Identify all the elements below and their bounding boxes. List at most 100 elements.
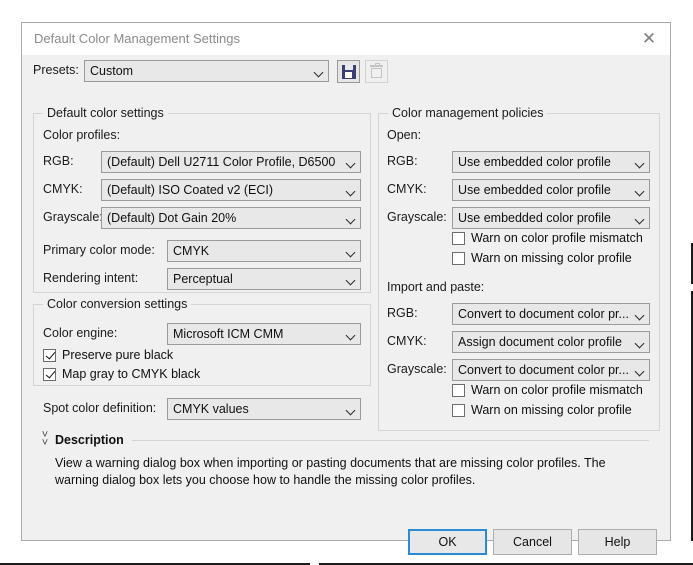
cancel-button[interactable]: Cancel bbox=[493, 529, 572, 555]
rgb-profile-combo[interactable]: (Default) Dell U2711 Color Profile, D650… bbox=[101, 151, 361, 173]
spot-color-definition-combo[interactable]: CMYK values bbox=[167, 398, 361, 420]
dialog-body: Presets: Custom Default color settings C… bbox=[22, 55, 670, 555]
spot-color-definition-label: Spot color definition: bbox=[43, 401, 157, 415]
ok-button[interactable]: OK bbox=[408, 529, 487, 555]
color-engine-label: Color engine: bbox=[43, 326, 118, 340]
checkbox-icon bbox=[452, 403, 465, 417]
description-title: Description bbox=[55, 433, 124, 447]
delete-preset-button[interactable] bbox=[365, 60, 388, 83]
open-warn-missing-label: Warn on missing color profile bbox=[471, 251, 632, 265]
chevron-down-icon bbox=[343, 249, 360, 254]
open-rgb-combo[interactable]: Use embedded color profile bbox=[452, 151, 650, 173]
import-cmyk-value: Assign document color profile bbox=[458, 335, 622, 349]
open-cmyk-combo[interactable]: Use embedded color profile bbox=[452, 179, 650, 201]
color-management-policies-title: Color management policies bbox=[388, 106, 548, 120]
chevron-down-icon bbox=[632, 340, 649, 345]
import-cmyk-label: CMYK: bbox=[387, 334, 427, 348]
presets-row: Presets: Custom bbox=[22, 55, 670, 85]
chevron-down-icon bbox=[343, 332, 360, 337]
double-chevron-up-icon[interactable]: ˅ ˅ bbox=[38, 430, 52, 449]
chevron-down-icon bbox=[632, 160, 649, 165]
import-grayscale-combo[interactable]: Convert to document color pr... bbox=[452, 359, 650, 381]
open-rgb-label: RGB: bbox=[387, 154, 418, 168]
grayscale-profile-label: Grayscale: bbox=[43, 210, 103, 224]
description-text: View a warning dialog box when importing… bbox=[55, 456, 606, 487]
import-grayscale-value: Convert to document color pr... bbox=[458, 363, 629, 377]
open-warn-mismatch-checkbox[interactable]: Warn on color profile mismatch bbox=[452, 231, 643, 245]
map-gray-to-cmyk-black-label: Map gray to CMYK black bbox=[62, 367, 201, 381]
checkbox-icon bbox=[452, 251, 465, 265]
checkbox-icon bbox=[43, 348, 56, 362]
grayscale-profile-value: (Default) Dot Gain 20% bbox=[107, 211, 237, 225]
dialog-title: Default Color Management Settings bbox=[34, 31, 240, 46]
map-gray-to-cmyk-black-checkbox[interactable]: Map gray to CMYK black bbox=[43, 367, 200, 381]
cancel-button-label: Cancel bbox=[513, 535, 552, 549]
import-warn-missing-checkbox[interactable]: Warn on missing color profile bbox=[452, 403, 632, 417]
import-rgb-value: Convert to document color pr... bbox=[458, 307, 629, 321]
floppy-disk-save-icon bbox=[341, 64, 356, 79]
checkbox-icon bbox=[452, 231, 465, 245]
open-cmyk-label: CMYK: bbox=[387, 182, 427, 196]
color-engine-combo[interactable]: Microsoft ICM CMM bbox=[167, 323, 361, 345]
import-grayscale-label: Grayscale: bbox=[387, 362, 447, 376]
rendering-intent-combo[interactable]: Perceptual bbox=[167, 268, 361, 290]
save-preset-button[interactable] bbox=[337, 60, 360, 83]
rgb-profile-label: RGB: bbox=[43, 154, 74, 168]
help-button[interactable]: Help bbox=[578, 529, 657, 555]
color-engine-value: Microsoft ICM CMM bbox=[173, 327, 284, 341]
cmyk-profile-label: CMYK: bbox=[43, 182, 83, 196]
open-rgb-value: Use embedded color profile bbox=[458, 155, 611, 169]
rendering-intent-label: Rendering intent: bbox=[43, 271, 139, 285]
chevron-down-icon bbox=[632, 312, 649, 317]
chevron-down-icon bbox=[343, 160, 360, 165]
chevron-down-icon bbox=[632, 368, 649, 373]
chevron-down-icon bbox=[632, 188, 649, 193]
preserve-pure-black-checkbox[interactable]: Preserve pure black bbox=[43, 348, 173, 362]
chevron-down-icon bbox=[343, 188, 360, 193]
description-divider bbox=[132, 440, 649, 441]
open-grayscale-label: Grayscale: bbox=[387, 210, 447, 224]
presets-combo[interactable]: Custom bbox=[84, 60, 329, 82]
open-grayscale-value: Use embedded color profile bbox=[458, 211, 611, 225]
spot-color-definition-value: CMYK values bbox=[173, 402, 249, 416]
import-warn-mismatch-label: Warn on color profile mismatch bbox=[471, 383, 643, 397]
grayscale-profile-combo[interactable]: (Default) Dot Gain 20% bbox=[101, 207, 361, 229]
primary-color-mode-value: CMYK bbox=[173, 244, 210, 258]
checkbox-icon bbox=[43, 367, 56, 381]
import-warn-mismatch-checkbox[interactable]: Warn on color profile mismatch bbox=[452, 383, 643, 397]
open-cmyk-value: Use embedded color profile bbox=[458, 183, 611, 197]
presets-combo-value: Custom bbox=[90, 64, 134, 78]
import-rgb-label: RGB: bbox=[387, 306, 418, 320]
import-warn-missing-label: Warn on missing color profile bbox=[471, 403, 632, 417]
rendering-intent-value: Perceptual bbox=[173, 272, 233, 286]
color-profiles-label: Color profiles: bbox=[43, 128, 121, 142]
help-button-label: Help bbox=[604, 535, 631, 549]
chevron-down-icon bbox=[343, 216, 360, 221]
import-and-paste-section-label: Import and paste: bbox=[387, 280, 485, 294]
open-warn-mismatch-label: Warn on color profile mismatch bbox=[471, 231, 643, 245]
rgb-profile-value: (Default) Dell U2711 Color Profile, D650… bbox=[107, 155, 336, 169]
presets-label: Presets: bbox=[33, 63, 79, 77]
open-warn-missing-checkbox[interactable]: Warn on missing color profile bbox=[452, 251, 632, 265]
open-section-label: Open: bbox=[387, 128, 422, 142]
ok-button-label: OK bbox=[438, 535, 457, 549]
open-grayscale-combo[interactable]: Use embedded color profile bbox=[452, 207, 650, 229]
preserve-pure-black-label: Preserve pure black bbox=[62, 348, 174, 362]
import-rgb-combo[interactable]: Convert to document color pr... bbox=[452, 303, 650, 325]
color-conversion-settings-title: Color conversion settings bbox=[43, 297, 192, 311]
cmyk-profile-combo[interactable]: (Default) ISO Coated v2 (ECI) bbox=[101, 179, 361, 201]
close-icon[interactable]: ✕ bbox=[632, 25, 666, 51]
trash-delete-icon bbox=[370, 63, 383, 78]
chevron-down-icon bbox=[311, 69, 328, 74]
chevron-down-icon bbox=[343, 277, 360, 282]
default-color-settings-title: Default color settings bbox=[43, 106, 168, 120]
cmyk-profile-value: (Default) ISO Coated v2 (ECI) bbox=[107, 183, 274, 197]
dialog-titlebar: Default Color Management Settings ✕ bbox=[22, 23, 670, 55]
chevron-down-icon bbox=[343, 407, 360, 412]
chevron-down-icon bbox=[632, 216, 649, 221]
primary-color-mode-combo[interactable]: CMYK bbox=[167, 240, 361, 262]
import-cmyk-combo[interactable]: Assign document color profile bbox=[452, 331, 650, 353]
checkbox-icon bbox=[452, 383, 465, 397]
primary-color-mode-label: Primary color mode: bbox=[43, 243, 155, 257]
color-management-dialog: Default Color Management Settings ✕ Pres… bbox=[21, 22, 671, 555]
